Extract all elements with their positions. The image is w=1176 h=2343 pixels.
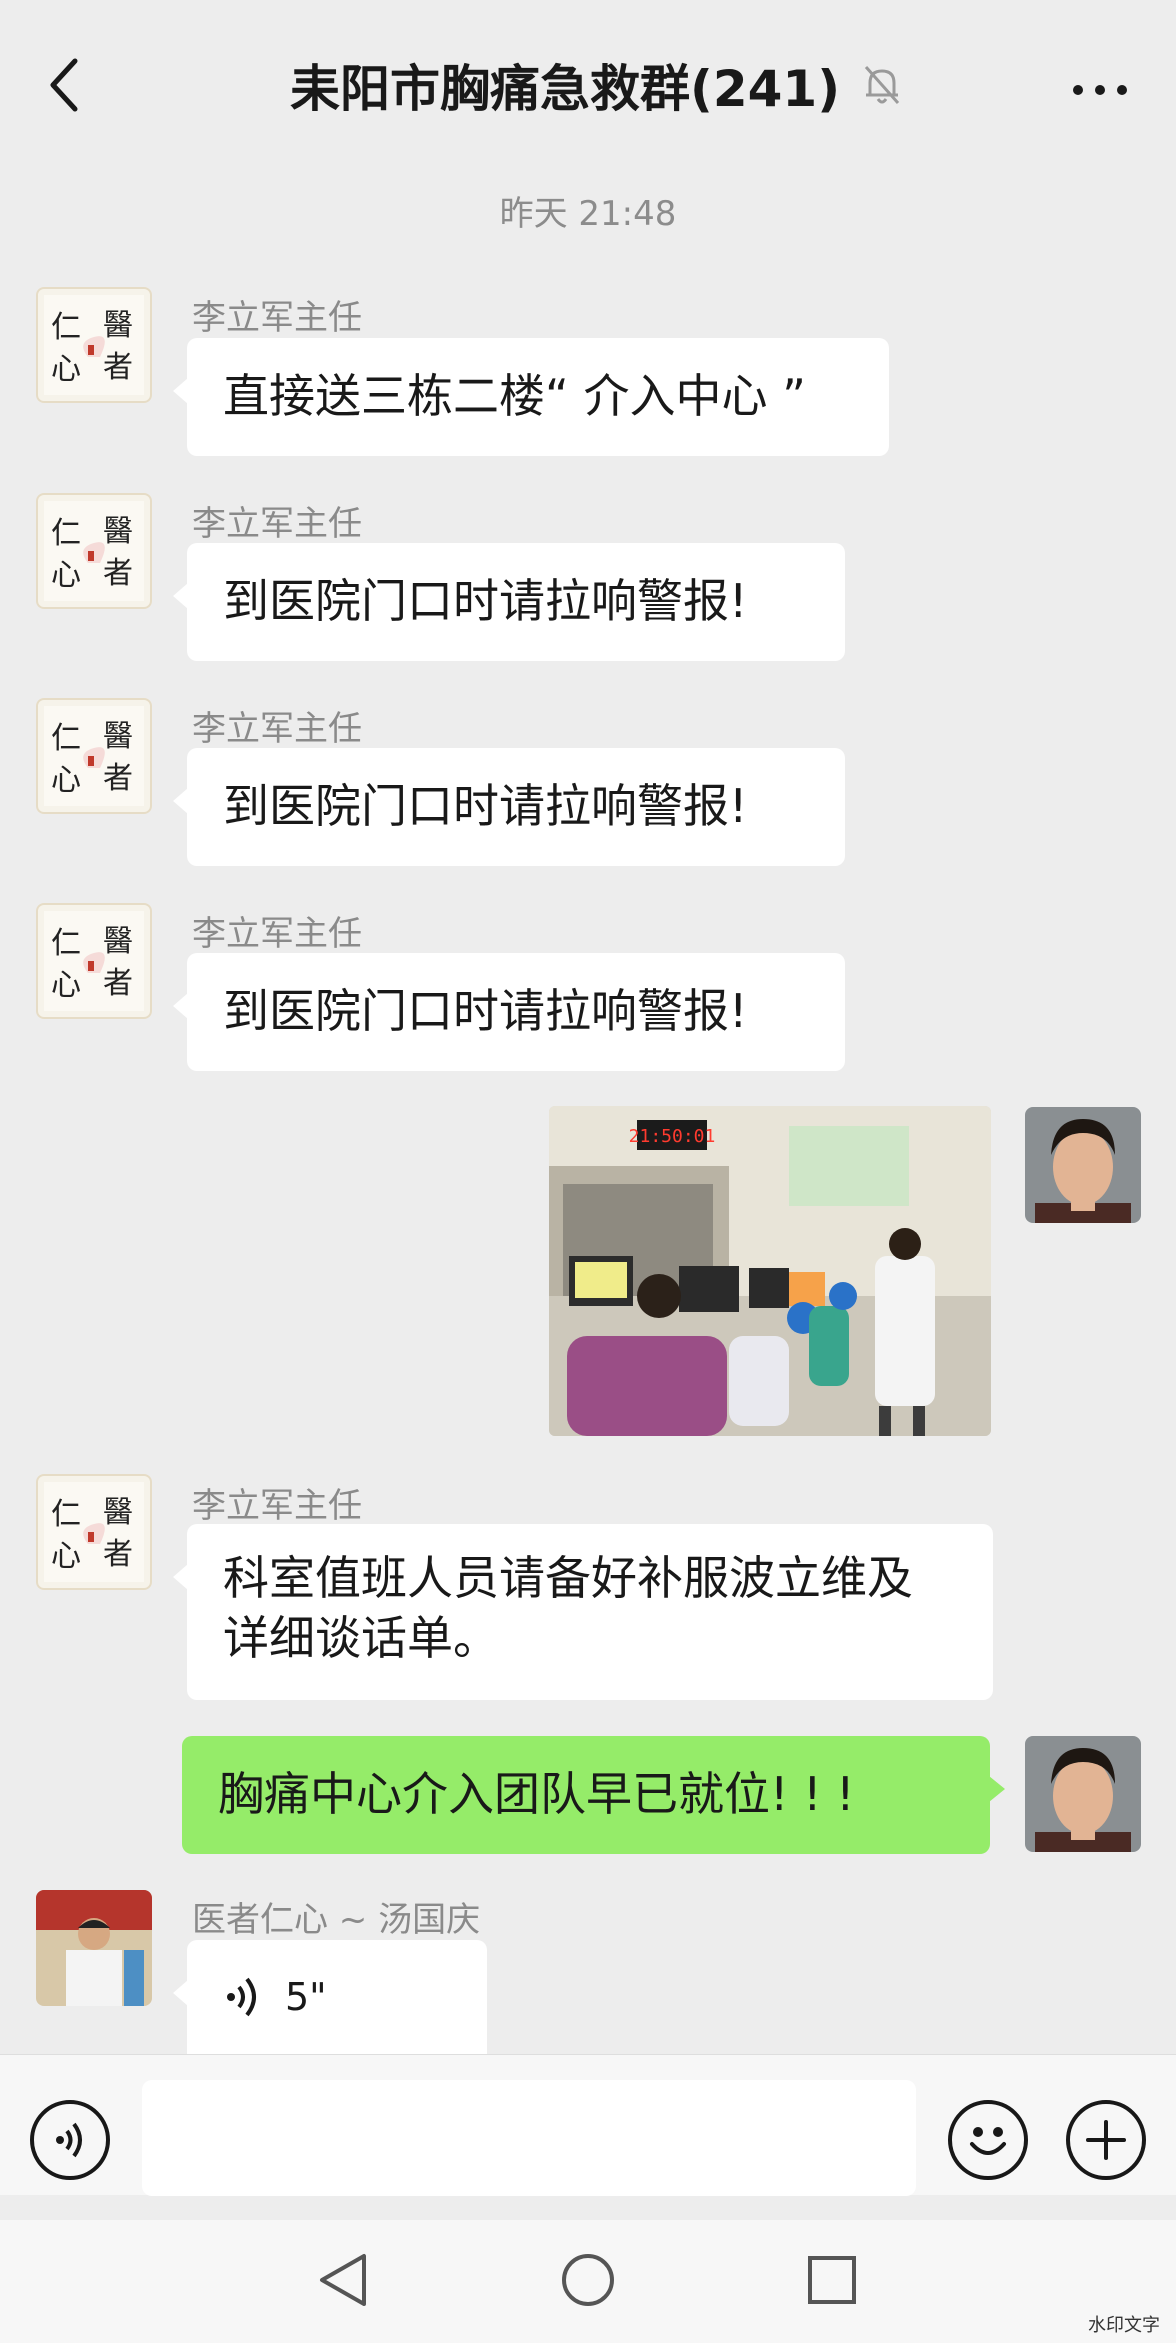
message-bubble[interactable]: 直接送三栋二楼“ 介入中心 ” xyxy=(173,338,889,456)
sender-name: 李立军主任 xyxy=(192,504,362,544)
voice-mode-button[interactable] xyxy=(30,2100,110,2180)
emoji-button[interactable] xyxy=(948,2100,1028,2180)
sender-name: 李立军主任 xyxy=(192,709,362,749)
nav-back-icon xyxy=(320,2254,366,2306)
calligraphy-avatar-image: 仁 心 醫 者 xyxy=(44,501,144,601)
image-message[interactable]: 21:50:01 xyxy=(549,1106,991,1436)
self-avatar[interactable] xyxy=(1025,1736,1141,1852)
svg-text:醫: 醫 xyxy=(103,924,133,959)
self-message-bubble[interactable]: 胸痛中心介入团队早已就位! ! ! xyxy=(182,1736,1005,1854)
svg-text:者: 者 xyxy=(103,761,133,796)
sender-name: 李立军主任 xyxy=(192,298,362,338)
avatar[interactable]: 仁 心 醫 者 xyxy=(36,1474,152,1590)
svg-text:仁: 仁 xyxy=(51,1497,81,1532)
svg-text:心: 心 xyxy=(51,558,81,593)
self-avatar[interactable] xyxy=(1025,1107,1141,1223)
system-navbar xyxy=(0,2220,1176,2343)
plus-button[interactable] xyxy=(1066,2100,1146,2180)
hospital-photo: 21:50:01 xyxy=(549,1106,991,1436)
message-bubble[interactable]: 科室值班人员请备好补服波立维及 详细谈话单。 xyxy=(173,1524,993,1700)
svg-text:心: 心 xyxy=(51,352,81,387)
message-input[interactable] xyxy=(142,2080,916,2196)
avatar[interactable]: 仁 心 醫 者 xyxy=(36,903,152,1019)
svg-text:心: 心 xyxy=(51,763,81,798)
svg-text:仁: 仁 xyxy=(51,310,81,345)
avatar[interactable] xyxy=(36,1890,152,2006)
svg-text:醫: 醫 xyxy=(103,719,133,754)
svg-text:醫: 醫 xyxy=(103,308,133,343)
nav-home-icon xyxy=(562,2254,614,2306)
title-area: 耒阳市胸痛急救群(241) xyxy=(290,50,902,120)
emoji-icon xyxy=(970,2127,1006,2155)
avatar[interactable]: 仁 心 醫 者 xyxy=(36,287,152,403)
svg-text:仁: 仁 xyxy=(51,926,81,961)
nav-recents-icon xyxy=(808,2256,856,2304)
message-bubble[interactable]: 到医院门口时请拉响警报! xyxy=(173,543,845,661)
svg-text:21:50:01: 21:50:01 xyxy=(629,1126,716,1147)
nav-recents-button[interactable] xyxy=(804,2250,860,2310)
bell-off-icon xyxy=(864,66,900,104)
voice-wave-icon xyxy=(227,1977,256,2017)
svg-text:心: 心 xyxy=(51,1539,81,1574)
calligraphy-avatar-image: 仁 心 醫 者 xyxy=(44,911,144,1011)
avatar[interactable]: 仁 心 醫 者 xyxy=(36,698,152,814)
voice-mode-icon xyxy=(56,2122,82,2158)
doctor-photo-avatar xyxy=(36,1890,152,2006)
nav-home-button[interactable] xyxy=(560,2250,616,2310)
watermark-text: 水印文字 xyxy=(1088,2315,1160,2336)
more-dots-icon xyxy=(1073,85,1127,95)
svg-text:者: 者 xyxy=(103,556,133,591)
sender-name: 李立军主任 xyxy=(192,914,362,954)
nav-back-button[interactable] xyxy=(316,2250,372,2310)
svg-text:仁: 仁 xyxy=(51,721,81,756)
svg-text:者: 者 xyxy=(103,350,133,385)
svg-text:者: 者 xyxy=(103,1537,133,1572)
back-button[interactable] xyxy=(34,50,94,120)
message-bubble[interactable]: 到医院门口时请拉响警报! xyxy=(173,748,845,866)
message-timestamp: 昨天 21:48 xyxy=(499,194,677,234)
svg-text:醫: 醫 xyxy=(103,1495,133,1530)
svg-text:仁: 仁 xyxy=(51,516,81,551)
sender-name: 李立军主任 xyxy=(192,1486,362,1526)
chevron-left-icon xyxy=(50,58,78,112)
svg-text:者: 者 xyxy=(103,966,133,1001)
svg-text:心: 心 xyxy=(51,968,81,1003)
svg-text:醫: 醫 xyxy=(103,514,133,549)
voice-message-bubble[interactable]: 5" xyxy=(173,1940,487,2054)
message-line: 详细谈话单。 xyxy=(223,1611,499,1665)
portrait-avatar-image xyxy=(1025,1107,1141,1223)
voice-duration: 5" xyxy=(285,1975,327,2019)
calligraphy-avatar-image: 仁 心 醫 者 xyxy=(44,1482,144,1582)
plus-icon xyxy=(1086,2120,1126,2160)
message-bubble[interactable]: 到医院门口时请拉响警报! xyxy=(173,953,845,1071)
portrait-avatar-image xyxy=(1025,1736,1141,1852)
calligraphy-avatar-image: 仁 心 醫 者 xyxy=(44,706,144,806)
chat-title: 耒阳市胸痛急救群(241) xyxy=(290,60,841,118)
chat-header: 耒阳市胸痛急救群(241) xyxy=(0,0,1176,160)
avatar[interactable]: 仁 心 醫 者 xyxy=(36,493,152,609)
more-button[interactable] xyxy=(1060,60,1140,120)
sender-name: 医者仁心 ~ 汤国庆 xyxy=(192,1900,481,1940)
message-line: 科室值班人员请备好补服波立维及 xyxy=(223,1551,913,1605)
calligraphy-avatar-image: 仁 心 醫 者 xyxy=(44,295,144,395)
